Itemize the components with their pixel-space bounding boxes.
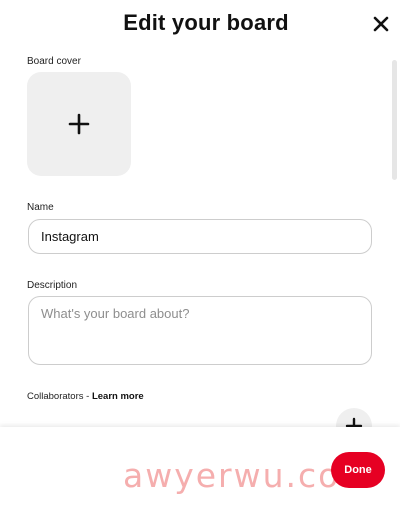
description-label: Description [27,280,78,291]
collaborators-text: Collaborators - [27,391,92,402]
close-button[interactable] [371,14,391,34]
name-input[interactable] [28,219,372,254]
scrollbar[interactable] [392,60,397,180]
collaborators-label: Collaborators - Learn more [27,391,144,402]
close-icon [373,16,389,32]
plus-icon [68,113,90,135]
description-input[interactable] [28,296,372,365]
board-cover-label: Board cover [27,56,81,67]
edit-board-modal: Edit your board Board cover Name Descrip… [0,0,400,508]
board-cover-add-button[interactable] [27,72,131,176]
name-label: Name [27,202,54,213]
done-button[interactable]: Done [331,452,385,488]
modal-title: Edit your board [123,10,289,35]
learn-more-link[interactable]: Learn more [92,391,144,402]
